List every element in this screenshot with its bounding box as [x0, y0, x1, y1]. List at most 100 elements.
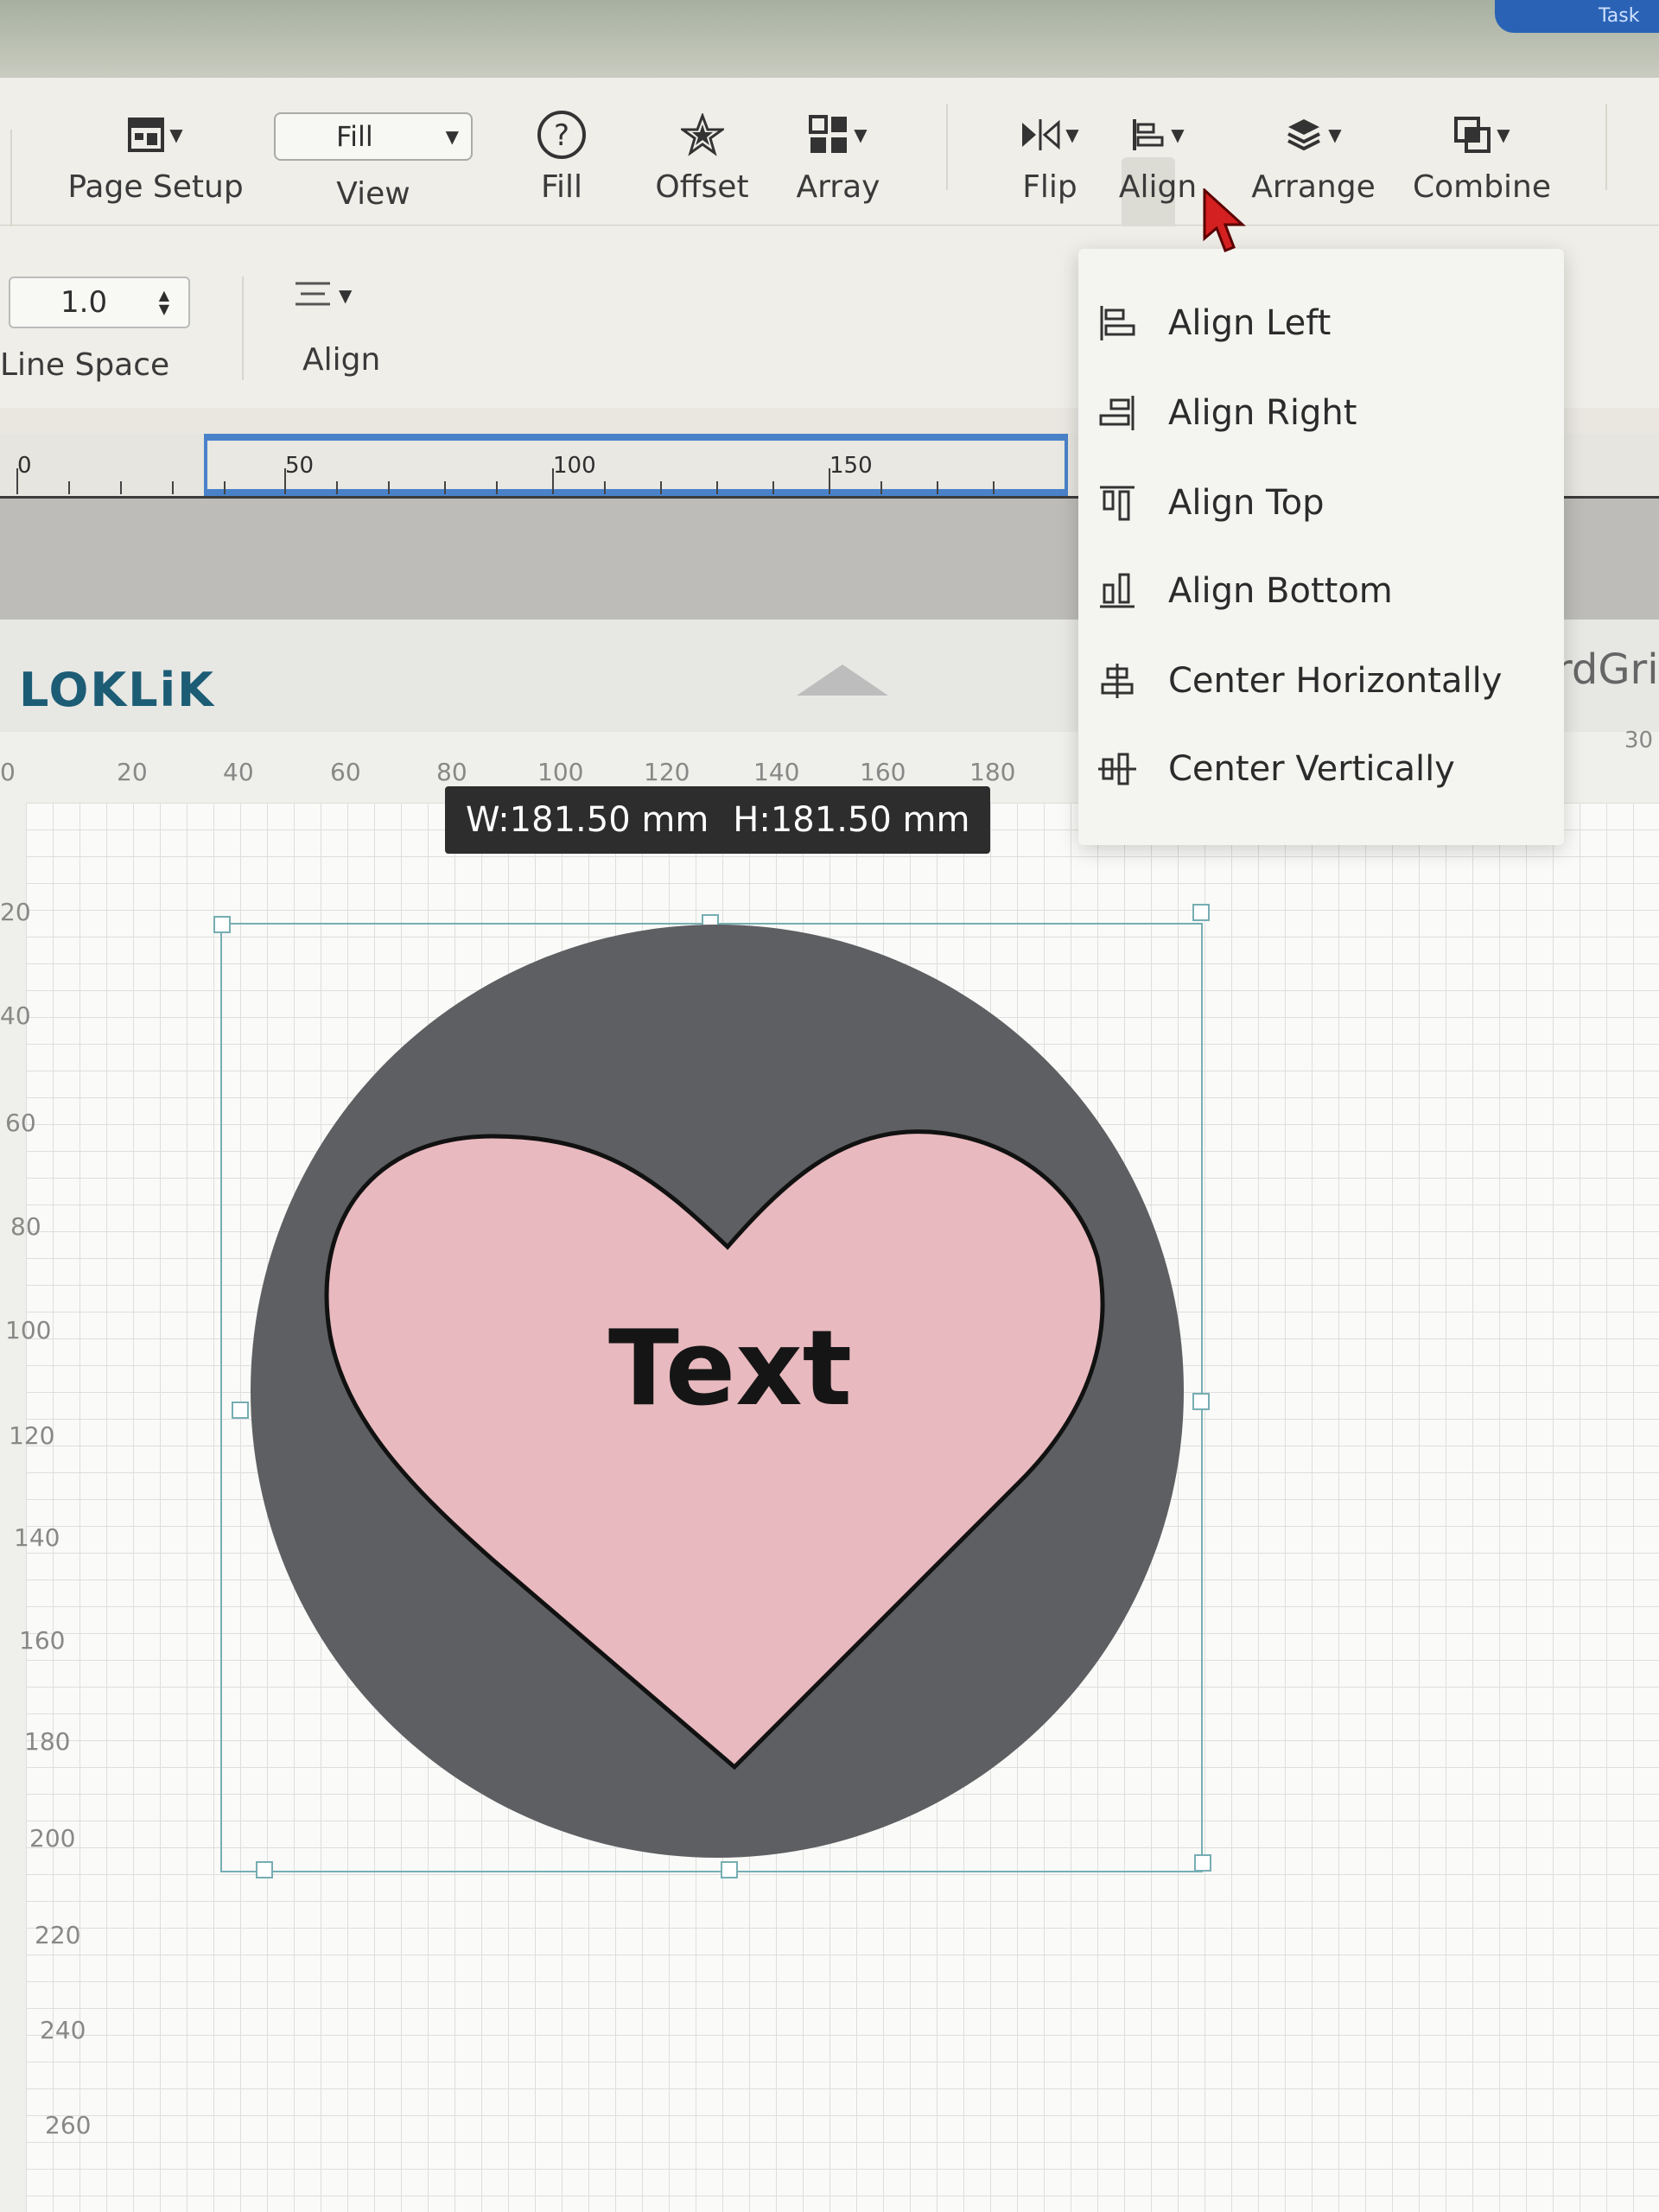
h-ruler-label: 80 [436, 758, 467, 786]
page-setup-label: Page Setup [67, 169, 244, 205]
array-label: Array [796, 169, 880, 205]
h-ruler-label: 60 [330, 758, 361, 786]
v-ruler-label: 220 [35, 1921, 81, 1949]
flip-label: Flip [1022, 169, 1077, 205]
task-button-label: Task [1599, 5, 1640, 27]
toolbar-separator [946, 104, 948, 190]
chevron-down-icon: ▼ [1328, 124, 1342, 145]
chevron-down-icon: ▼ [1171, 124, 1185, 145]
align-dropdown-menu: Align Left Align Right Align Top Align B… [1078, 249, 1564, 845]
h-ruler-label: 160 [860, 758, 906, 786]
menu-item-label: Align Right [1168, 393, 1357, 433]
combine-button[interactable]: ▼ Combine [1408, 78, 1555, 225]
mouse-cursor-icon [1203, 188, 1246, 252]
menu-item-align-right[interactable]: Align Right [1078, 370, 1564, 456]
resize-handle[interactable] [213, 916, 231, 933]
v-ruler-label: 260 [45, 2111, 92, 2139]
page-setup-button[interactable]: ▼ Page Setup [67, 78, 244, 225]
view-select[interactable]: Fill ▼ [274, 112, 473, 161]
array-icon [809, 115, 848, 153]
resize-handle[interactable] [1192, 904, 1210, 921]
arrange-button[interactable]: ▼ Arrange [1244, 78, 1382, 225]
toolbar-separator [1605, 104, 1607, 190]
chevron-down-icon: ▼ [445, 126, 459, 147]
align-right-icon [1099, 396, 1135, 430]
align-label: Align [1118, 169, 1198, 205]
v-ruler-label: 100 [5, 1316, 52, 1344]
help-circle-icon: ? [537, 111, 586, 159]
offset-star-icon [680, 113, 724, 156]
text-align-icon [296, 282, 330, 306]
flip-button[interactable]: ▼ Flip [1002, 78, 1097, 225]
menu-item-label: Align Bottom [1168, 571, 1393, 611]
chevron-down-icon: ▼ [1065, 124, 1079, 145]
v-ruler-label: 160 [19, 1626, 66, 1655]
array-button[interactable]: ▼ Array [786, 78, 890, 225]
partial-label: rdGri [1555, 645, 1659, 694]
size-tooltip: W:181.50 mm H:181.50 mm [445, 786, 991, 854]
h-ruler-label: 100 [537, 758, 584, 786]
offset-button[interactable]: Offset [648, 78, 756, 225]
view-label: View [336, 176, 410, 212]
fill-button[interactable]: ? Fill [518, 78, 605, 225]
svg-text:?: ? [554, 118, 569, 153]
menu-item-align-left[interactable]: Align Left [1078, 280, 1564, 366]
menu-item-label: Center Vertically [1168, 749, 1455, 789]
toolbar-separator [242, 276, 244, 380]
combine-label: Combine [1412, 169, 1552, 205]
align-bottom-icon [1100, 573, 1135, 608]
align-left-icon [1133, 119, 1164, 150]
v-ruler-label: 40 [0, 1001, 31, 1030]
align-left-icon [1100, 306, 1135, 340]
ruler-label: 0 [17, 453, 32, 479]
v-ruler-label: 140 [14, 1523, 60, 1552]
menu-item-align-top[interactable]: Align Top [1078, 460, 1564, 546]
h-ruler-label: 140 [753, 758, 800, 786]
collapse-triangle-icon[interactable] [795, 663, 890, 697]
design-shapes[interactable]: Text [233, 920, 1201, 1871]
arrange-label: Arrange [1251, 169, 1376, 205]
line-space-value: 1.0 [60, 285, 108, 320]
size-height: H:181.50 mm [733, 800, 970, 840]
view-select-value: Fill [336, 120, 373, 153]
ruler-label: 150 [830, 453, 873, 479]
size-width: W:181.50 mm [466, 800, 709, 840]
fill-label: Fill [540, 169, 583, 205]
v-ruler-label: 240 [40, 2016, 86, 2044]
menu-item-center-vertically[interactable]: Center Vertically [1078, 726, 1564, 812]
arrange-layers-icon [1287, 119, 1321, 151]
ruler-label: 100 [553, 453, 596, 479]
v-ruler-label: 20 [0, 898, 31, 926]
center-horizontally-icon [1101, 664, 1134, 698]
align-button[interactable]: ▼ Align [1115, 78, 1201, 225]
toolbar-separator [10, 130, 12, 242]
combine-icon [1454, 117, 1491, 153]
chevron-down-icon: ▼ [339, 285, 353, 306]
v-ruler-label: 120 [9, 1421, 55, 1450]
menu-item-center-horizontally[interactable]: Center Horizontally [1078, 638, 1564, 724]
chevron-down-icon: ▼ [1497, 124, 1510, 145]
text-align-button[interactable]: ▼ [294, 278, 352, 313]
offset-label: Offset [655, 169, 749, 205]
stepper-arrows-icon[interactable]: ▲ ▼ [159, 289, 169, 316]
h-ruler-label: 120 [644, 758, 690, 786]
align-top-icon [1100, 486, 1135, 521]
h-ruler-label: 0 [0, 758, 16, 786]
menu-item-label: Align Left [1168, 303, 1332, 343]
shape-text[interactable]: Text [608, 1309, 852, 1429]
v-ruler-label: 200 [29, 1824, 76, 1853]
h-ruler-label: 20 [117, 758, 148, 786]
loklik-logo: LOKLiK [19, 663, 215, 717]
menu-item-align-bottom[interactable]: Align Bottom [1078, 548, 1564, 634]
chevron-down-icon: ▼ [854, 124, 868, 145]
flip-icon [1022, 119, 1060, 150]
v-ruler-label: 60 [5, 1109, 36, 1137]
page-setup-icon [128, 118, 165, 152]
h-ruler-label: 180 [969, 758, 1016, 786]
line-space-label: Line Space [0, 347, 170, 383]
view-control: Fill ▼ View [270, 78, 477, 225]
line-space-input[interactable]: 1.0 ▲ ▼ [9, 276, 190, 328]
chevron-down-icon: ▼ [169, 124, 183, 145]
menu-item-label: Center Horizontally [1168, 661, 1503, 701]
task-button[interactable]: Task [1495, 0, 1659, 33]
